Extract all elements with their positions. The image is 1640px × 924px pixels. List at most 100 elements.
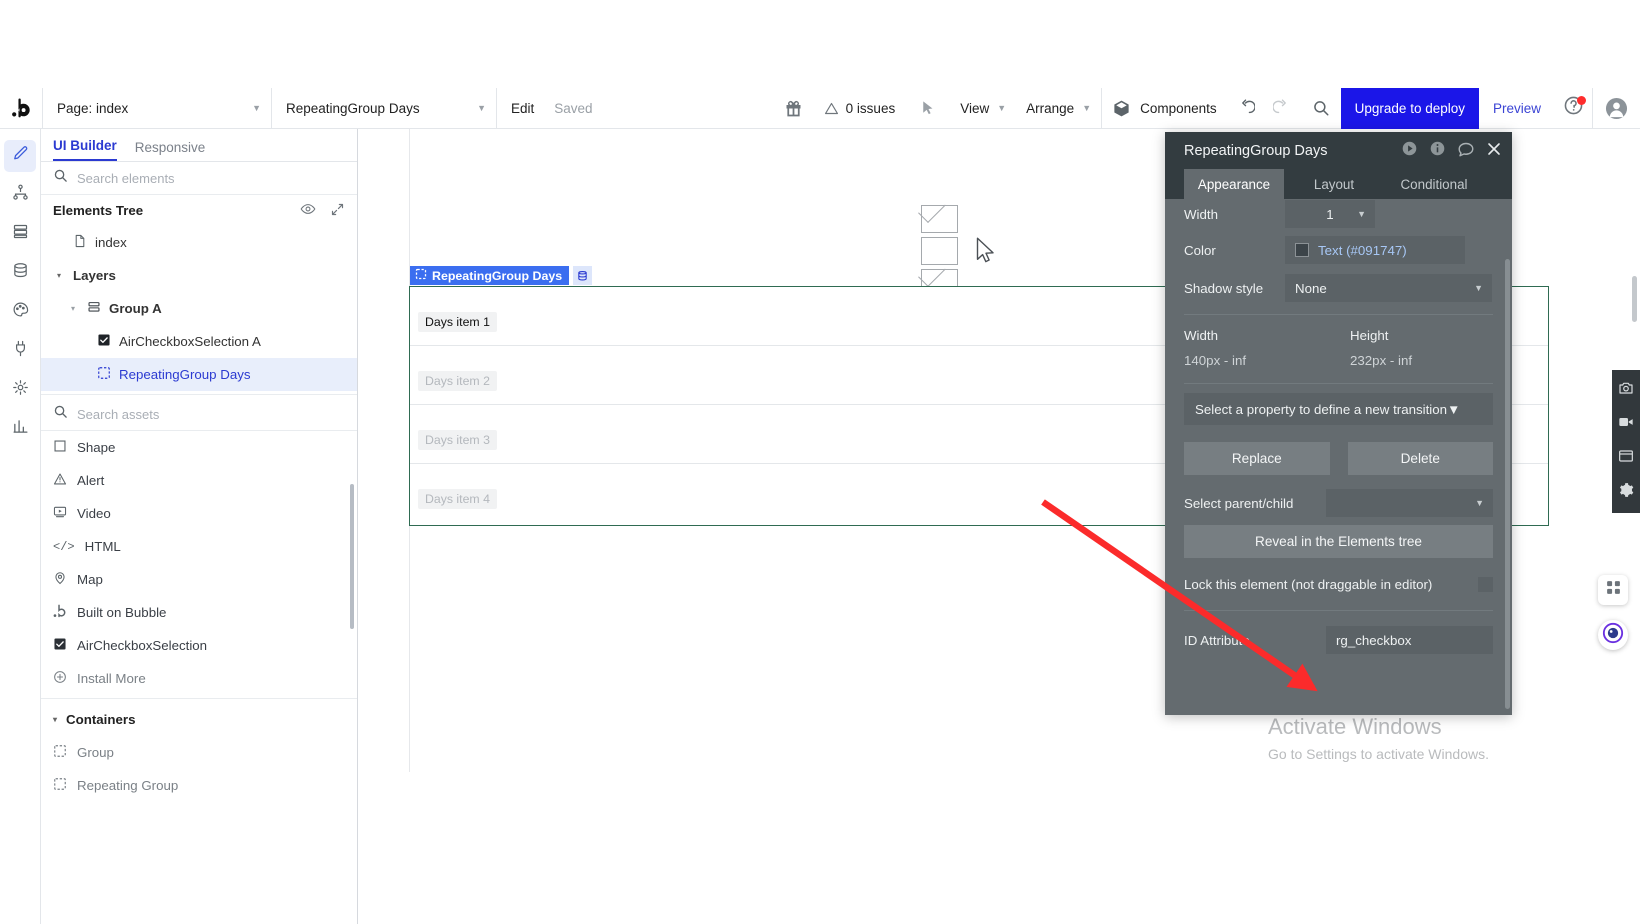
sidebar-item-data[interactable] bbox=[4, 218, 36, 250]
left-panel: UI Builder Responsive Elements Tree bbox=[41, 129, 358, 924]
select-parent-child-select[interactable]: ▼ bbox=[1326, 489, 1493, 517]
repeating-group-badge[interactable]: RepeatingGroup Days bbox=[410, 266, 593, 285]
border-width-select[interactable]: 1 ▼ bbox=[1285, 200, 1375, 228]
redo-icon[interactable] bbox=[1264, 98, 1301, 118]
tree-item-layers[interactable]: ▾ Layers bbox=[41, 259, 357, 292]
reveal-in-elements-tree-button[interactable]: Reveal in the Elements tree bbox=[1184, 525, 1493, 558]
replace-button[interactable]: Replace bbox=[1184, 442, 1330, 475]
sidebar-item-workflow[interactable] bbox=[4, 179, 36, 211]
cell-text[interactable]: Days item 2 bbox=[418, 371, 497, 391]
property-panel-header: RepeatingGroup Days bbox=[1165, 132, 1512, 169]
cell-text[interactable]: Days item 1 bbox=[418, 312, 497, 332]
tab-appearance[interactable]: Appearance bbox=[1184, 169, 1284, 199]
tab-ui-builder[interactable]: UI Builder bbox=[53, 138, 117, 161]
asset-item-shape[interactable]: Shape bbox=[41, 431, 357, 464]
help-button[interactable] bbox=[1555, 88, 1592, 129]
tree-item-group-a[interactable]: ▾ Group A bbox=[41, 292, 357, 325]
view-menu[interactable]: View ▼ bbox=[950, 88, 1016, 129]
canvas-checkbox-group bbox=[921, 205, 958, 297]
components-button[interactable]: Components bbox=[1102, 88, 1227, 129]
id-attribute-input[interactable]: rg_checkbox bbox=[1326, 626, 1493, 654]
arrange-menu[interactable]: Arrange ▼ bbox=[1016, 88, 1101, 129]
chevron-down-icon[interactable]: ▾ bbox=[53, 271, 65, 280]
comment-icon[interactable] bbox=[1457, 140, 1475, 162]
color-label: Color bbox=[1184, 242, 1216, 258]
tree-item-index[interactable]: index bbox=[41, 226, 357, 259]
transition-select[interactable]: Select a property to define a new transi… bbox=[1184, 393, 1493, 425]
gift-icon[interactable] bbox=[773, 98, 814, 119]
cell-text[interactable]: Days item 3 bbox=[418, 430, 497, 450]
upgrade-to-deploy-button[interactable]: Upgrade to deploy bbox=[1340, 87, 1479, 129]
sidebar-item-logs[interactable] bbox=[4, 413, 36, 445]
tree-item-repeatinggroup-days[interactable]: RepeatingGroup Days bbox=[41, 358, 357, 391]
page-select[interactable]: Page: index ▼ bbox=[43, 88, 271, 129]
close-icon[interactable] bbox=[1486, 141, 1502, 161]
property-panel-scrollbar[interactable] bbox=[1505, 259, 1510, 709]
containers-section-header[interactable]: ▾ Containers bbox=[41, 702, 357, 736]
delete-button[interactable]: Delete bbox=[1347, 442, 1493, 475]
tab-responsive[interactable]: Responsive bbox=[135, 140, 206, 161]
color-swatch[interactable] bbox=[1295, 243, 1309, 257]
search-elements-input[interactable] bbox=[77, 170, 345, 186]
apps-grid-button[interactable] bbox=[1598, 575, 1628, 605]
asset-item-label: Built on Bubble bbox=[77, 605, 167, 620]
pointer-icon[interactable] bbox=[905, 100, 950, 117]
canvas-checkbox-2[interactable] bbox=[921, 237, 958, 265]
video-camera-icon[interactable] bbox=[1618, 414, 1634, 435]
color-field[interactable]: Text (#091747) bbox=[1285, 236, 1465, 264]
gear-icon[interactable] bbox=[1618, 482, 1634, 503]
asset-item-label: HTML bbox=[84, 539, 121, 554]
window-icon[interactable] bbox=[1618, 448, 1634, 469]
asset-item-install-more[interactable]: Install More bbox=[41, 662, 357, 695]
asset-item-alert[interactable]: Alert bbox=[41, 464, 357, 497]
search-assets-input[interactable] bbox=[77, 406, 345, 422]
sidebar-item-design[interactable] bbox=[4, 140, 36, 172]
container-item-repeating-group[interactable]: Repeating Group bbox=[41, 769, 357, 802]
tree-item-label: Group A bbox=[109, 301, 162, 316]
issues-button[interactable]: 0 issues bbox=[814, 88, 906, 129]
asset-item-map[interactable]: Map bbox=[41, 563, 357, 596]
preview-button[interactable]: Preview bbox=[1479, 88, 1555, 129]
database-icon[interactable] bbox=[573, 266, 593, 285]
eye-icon[interactable] bbox=[300, 201, 316, 220]
saved-status: Saved bbox=[554, 100, 593, 116]
assistant-button[interactable] bbox=[1598, 620, 1628, 650]
chevron-down-icon: ▼ bbox=[1447, 401, 1461, 417]
asset-item-label: Alert bbox=[77, 473, 105, 488]
asset-item-label: Install More bbox=[77, 671, 146, 686]
search-icon bbox=[53, 168, 68, 188]
bar-chart-icon bbox=[12, 418, 29, 440]
sidebar-item-styles[interactable] bbox=[4, 296, 36, 328]
container-item-group[interactable]: Group bbox=[41, 736, 357, 769]
lock-element-checkbox[interactable] bbox=[1478, 576, 1493, 592]
canvas-scrollbar[interactable] bbox=[1632, 276, 1637, 322]
tree-item-aircheckboxselection-a[interactable]: AirCheckboxSelection A bbox=[41, 325, 357, 358]
play-icon[interactable] bbox=[1401, 140, 1418, 161]
tab-layout[interactable]: Layout bbox=[1284, 169, 1384, 199]
chevron-down-icon[interactable]: ▾ bbox=[67, 304, 79, 313]
camera-icon[interactable] bbox=[1618, 380, 1634, 401]
canvas-checkbox-1[interactable] bbox=[921, 205, 958, 233]
sidebar-item-data-types[interactable] bbox=[4, 257, 36, 289]
tab-conditional[interactable]: Conditional bbox=[1384, 169, 1484, 199]
shadow-style-select[interactable]: None ▼ bbox=[1285, 274, 1492, 302]
avatar[interactable] bbox=[1593, 97, 1640, 120]
asset-item-video[interactable]: Video bbox=[41, 497, 357, 530]
asset-item-aircheckboxselection[interactable]: AirCheckboxSelection bbox=[41, 629, 357, 662]
search-icon[interactable] bbox=[1301, 99, 1341, 117]
info-icon[interactable] bbox=[1429, 140, 1446, 161]
expand-icon[interactable] bbox=[330, 202, 345, 220]
edit-button[interactable]: Edit bbox=[497, 88, 544, 129]
cell-text[interactable]: Days item 4 bbox=[418, 489, 497, 509]
asset-item-built-on-bubble[interactable]: Built on Bubble bbox=[41, 596, 357, 629]
element-select[interactable]: RepeatingGroup Days ▼ bbox=[272, 88, 496, 129]
sidebar-item-settings[interactable] bbox=[4, 374, 36, 406]
size-width-value: 140px - inf bbox=[1184, 352, 1247, 368]
bubble-logo[interactable] bbox=[0, 88, 42, 129]
asset-item-html[interactable]: </> HTML bbox=[41, 530, 357, 563]
sidebar-item-plugins[interactable] bbox=[4, 335, 36, 367]
repeating-group-badge-main[interactable]: RepeatingGroup Days bbox=[410, 266, 570, 285]
undo-icon[interactable] bbox=[1227, 98, 1264, 118]
left-panel-scrollbar[interactable] bbox=[350, 484, 354, 629]
chevron-down-icon: ▾ bbox=[53, 714, 58, 724]
